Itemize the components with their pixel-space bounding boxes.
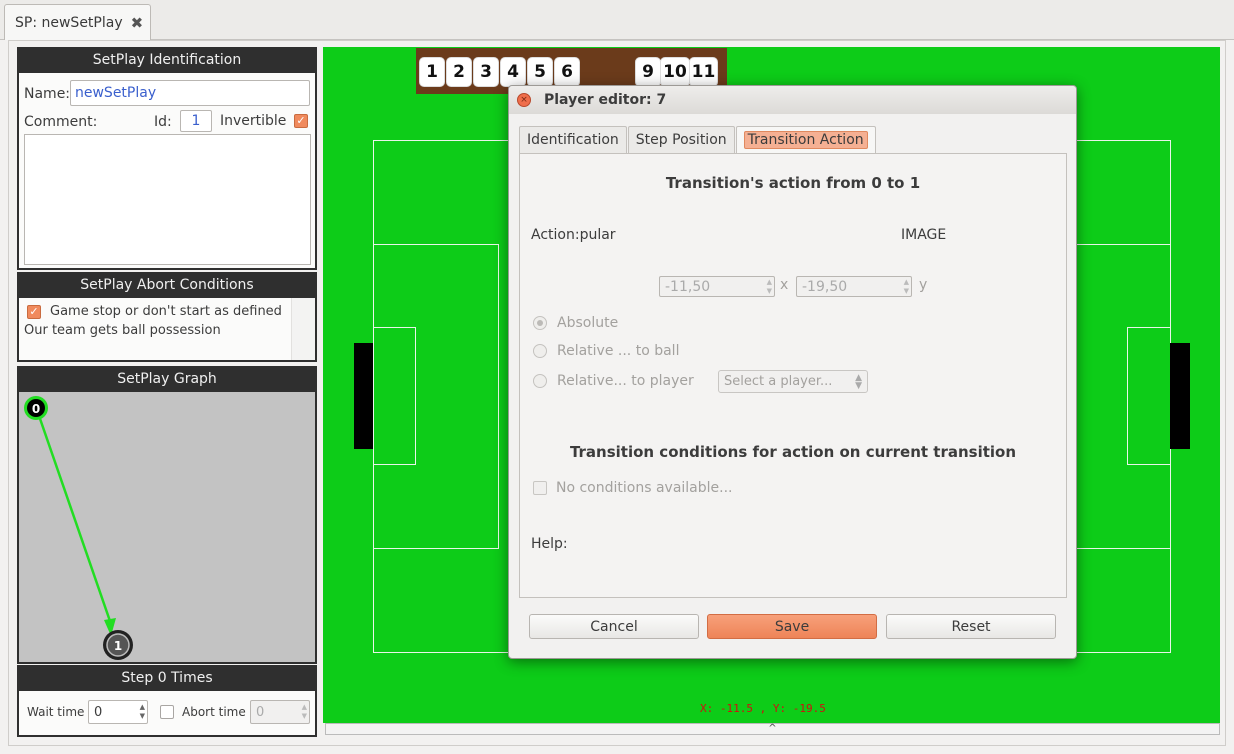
abort-panel: ✓ Game stop or don't start as defined Ou… [17,298,317,362]
graph-canvas: 0 1 [24,396,133,660]
invertible-label: Invertible [220,113,287,129]
player-token-2[interactable]: 2 [447,58,471,86]
right-goal-area [1127,327,1171,465]
id-label: Id: [154,114,172,130]
document-tabstrip: SP: newSetPlay ✖ [0,0,1234,40]
tab-identification[interactable]: Identification [519,126,627,153]
x-spinner[interactable]: -11,50 ▲ ▼ [659,276,775,297]
player-token-6[interactable]: 6 [555,58,579,86]
comment-textarea[interactable] [24,134,311,265]
wait-time-label: Wait time [27,705,85,719]
spinner-arrows-icon[interactable]: ▲ ▼ [904,278,909,296]
player-token-5[interactable]: 5 [528,58,552,86]
radio-absolute-label: Absolute [557,315,619,331]
abort-time-spinner[interactable]: 0 ▲ ▼ [250,700,310,724]
player-token-11[interactable]: 11 [690,58,717,86]
player-token-9[interactable]: 9 [636,58,660,86]
graph-node-0[interactable]: 0 [24,396,48,420]
dialog-titlebar[interactable]: × Player editor: 7 [509,86,1076,114]
graph-header: SetPlay Graph [17,366,317,392]
chevron-updown-icon: ▲ ▼ [855,373,862,391]
reset-button[interactable]: Reset [886,614,1056,639]
transition-action-panel: Transition's action from 0 to 1 Action:p… [519,153,1067,598]
action-label: Action:pular [531,227,616,243]
cancel-button[interactable]: Cancel [529,614,699,639]
close-icon[interactable]: ✖ [131,14,144,32]
radio-absolute[interactable] [533,316,547,330]
radio-relative-ball[interactable] [533,344,547,358]
comment-label: Comment: [24,114,98,130]
player-token-10[interactable]: 10 [661,58,689,86]
x-label: x [780,277,789,293]
id-input[interactable]: 1 [180,110,212,132]
step-times-panel: Wait time 0 ▲ ▼ Abort time 0 ▲ ▼ [17,691,317,737]
identification-panel: Name: newSetPlay Comment: Id: 1 Invertib… [17,73,317,270]
player-editor-dialog: × Player editor: 7 Identification Step P… [508,85,1077,659]
x-value: -11,50 [665,278,711,295]
image-label: IMAGE [901,227,947,243]
chevron-up-icon: ^ [768,723,777,734]
radio-relative-player-label: Relative... to player [557,373,694,389]
abort-time-value: 0 [256,704,265,720]
spinner-arrows-icon[interactable]: ▲ ▼ [767,278,772,296]
tab-title: SP: newSetPlay [15,14,123,31]
y-label: y [919,277,928,293]
identification-header: SetPlay Identification [17,47,317,73]
abort-header: SetPlay Abort Conditions [17,272,317,298]
dialog-tabs: Identification Step Position Transition … [519,126,877,153]
y-spinner[interactable]: -19,50 ▲ ▼ [796,276,912,297]
step-times-header: Step 0 Times [17,665,317,691]
wait-time-spinner[interactable]: 0 ▲ ▼ [88,700,148,724]
tab-step-position-label: Step Position [635,132,727,148]
no-conditions-label: No conditions available... [556,480,733,496]
save-button[interactable]: Save [707,614,877,639]
spinner-arrows-icon[interactable]: ▲ ▼ [140,703,145,721]
setplay-graph[interactable]: 0 1 [17,392,317,664]
tab-step-position[interactable]: Step Position [627,126,735,153]
abort-time-checkbox[interactable] [160,705,174,719]
spinner-arrows-icon[interactable]: ▲ ▼ [302,703,307,721]
radio-relative-player[interactable] [533,374,547,388]
player-token-4[interactable]: 4 [501,58,525,86]
no-conditions-checkbox[interactable] [533,481,547,495]
graph-node-1-label: 1 [114,639,122,653]
abort-condition-checkbox[interactable]: ✓ [27,305,41,319]
dialog-title: Player editor: 7 [544,92,667,108]
abort-condition-2: Our team gets ball possession [24,323,221,338]
tab-transition-action-label: Transition Action [743,131,868,149]
close-icon[interactable]: × [517,93,531,107]
cursor-coordinates: X: -11.5 , Y: -19.5 [700,702,826,715]
help-label: Help: [531,536,568,552]
graph-edge [35,409,113,625]
right-goal [1170,343,1190,449]
abort-scrollbar[interactable] [291,298,315,360]
graph-node-1[interactable]: 1 [103,630,133,660]
abort-time-label: Abort time [182,705,246,719]
name-label: Name: [24,86,71,102]
conditions-heading: Transition conditions for action on curr… [569,443,1017,461]
player-select[interactable]: Select a player... ▲ ▼ [718,370,868,393]
invertible-checkbox[interactable]: ✓ [294,114,308,128]
collapse-handle[interactable]: ^ [325,723,1220,735]
graph-node-0-label: 0 [32,402,40,416]
wait-time-value: 0 [94,704,103,720]
transition-heading: Transition's action from 0 to 1 [665,174,921,192]
radio-relative-ball-label: Relative ... to ball [557,343,680,359]
abort-condition-1: Game stop or don't start as defined [50,304,282,319]
tab-transition-action[interactable]: Transition Action [735,126,876,153]
left-goal [354,343,373,449]
player-token-1[interactable]: 1 [420,58,444,86]
y-value: -19,50 [802,278,848,295]
name-input[interactable]: newSetPlay [70,80,310,106]
left-goal-area [373,327,416,465]
tab-setplay[interactable]: SP: newSetPlay ✖ [4,4,151,40]
player-select-value: Select a player... [724,374,833,389]
tab-identification-label: Identification [527,132,619,148]
player-token-3[interactable]: 3 [474,58,498,86]
